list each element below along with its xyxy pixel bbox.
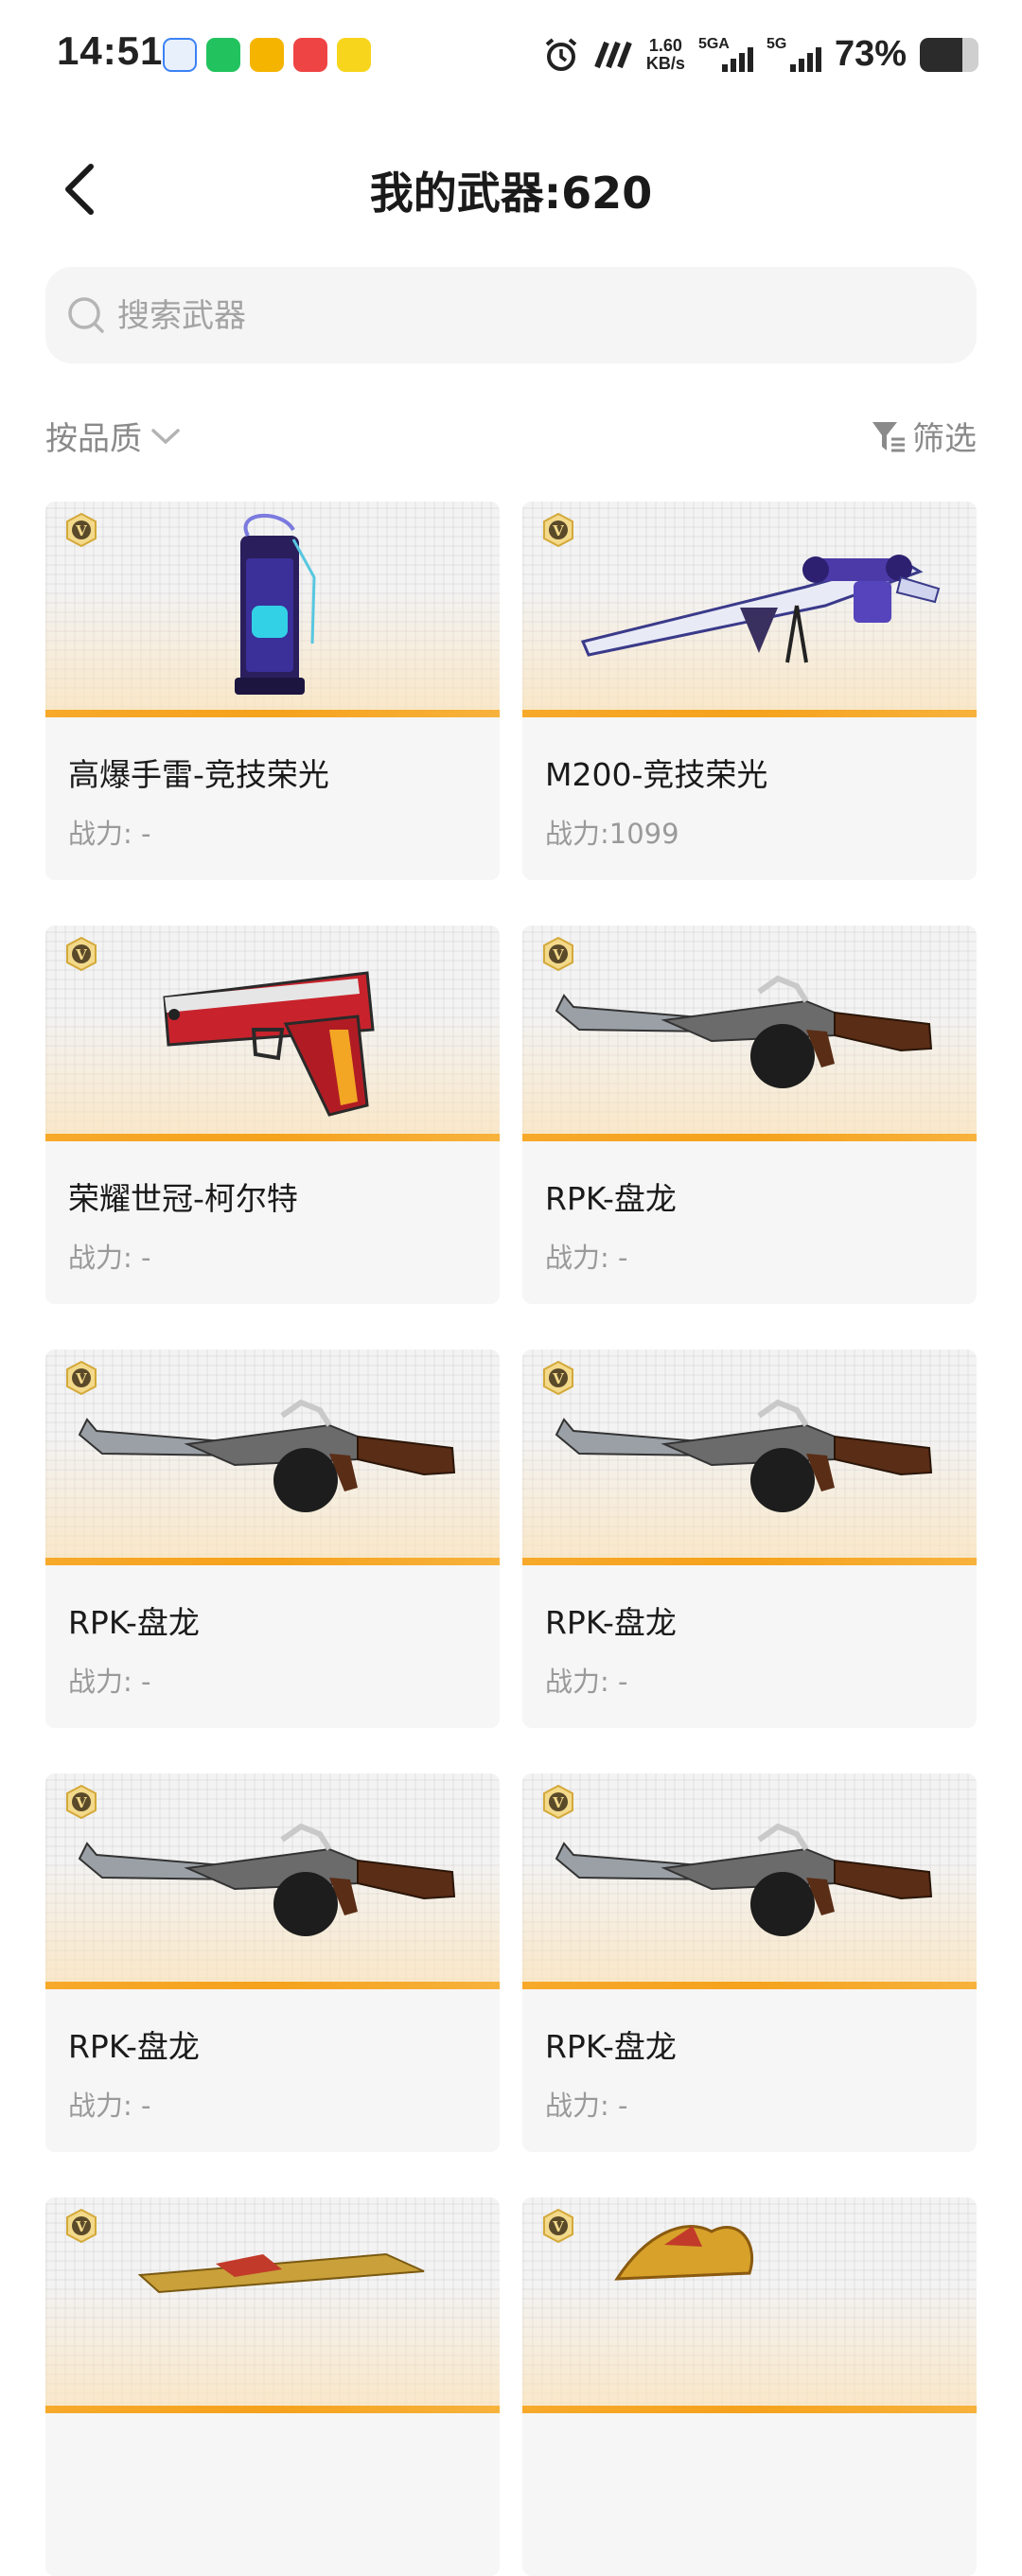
weapon-card[interactable]: V: [522, 2197, 977, 2576]
weapon-card[interactable]: V RPK-盘龙 战力: -: [522, 926, 977, 1304]
signal-bars-icon: [721, 46, 753, 72]
weapon-image-area: V: [45, 502, 500, 717]
network-speed-value: 1.60: [648, 35, 682, 55]
search-bar[interactable]: [45, 267, 977, 363]
app-notification-icon: [163, 38, 197, 72]
sort-label: 按品质: [45, 420, 142, 458]
filter-button[interactable]: 筛选: [871, 413, 977, 459]
gold-dragon-weapon-icon: [614, 2225, 754, 2281]
grenade-icon: [235, 513, 316, 695]
rpk-rifle-icon: [555, 1399, 933, 1512]
weapon-name: M200-竞技荣光: [545, 756, 768, 793]
weapon-power: 战力: -: [545, 1242, 628, 1274]
signal-5g: 5G: [766, 36, 821, 74]
weapon-grid: V 高爆手雷-竞技荣光 战力: - V M200-竞技荣光 战力:1099 V …: [45, 502, 977, 2576]
search-input[interactable]: [115, 288, 952, 344]
weapon-image-area: V: [45, 926, 500, 1141]
filter-icon: [872, 421, 905, 451]
weapon-name: 荣耀世冠-柯尔特: [68, 1180, 298, 1217]
weapon-power: 战力: -: [68, 1242, 151, 1274]
pistol-icon: [163, 971, 375, 1117]
weapon-name: RPK-盘龙: [68, 1604, 200, 1641]
signal-5ga: 5GA: [698, 36, 753, 74]
battery-icon: [920, 37, 978, 72]
weapon-card[interactable]: V RPK-盘龙 战力: -: [45, 1773, 500, 2152]
filter-label: 筛选: [912, 420, 977, 458]
weapon-card[interactable]: V M200-竞技荣光 战力:1099: [522, 502, 977, 880]
network-speed: 1.60 KB/s: [645, 35, 685, 73]
status-time: 14:51: [57, 28, 164, 73]
app-notification-icon: [293, 38, 327, 72]
sniper-rifle-icon: [580, 555, 941, 663]
gold-rifle-icon: [137, 2252, 425, 2294]
weapon-name: RPK-盘龙: [545, 2028, 677, 2065]
weapon-card[interactable]: V: [45, 2197, 500, 2576]
weapon-image-area: V: [522, 926, 977, 1141]
rpk-rifle-icon: [555, 1823, 933, 1936]
weapon-power: 战力: -: [68, 818, 151, 850]
chevron-down-icon: [151, 428, 180, 444]
weapon-image-area: V: [522, 1773, 977, 1989]
weapon-image-area: V: [522, 1350, 977, 1565]
battery-percent: 73%: [834, 34, 907, 74]
weapon-card[interactable]: V RPK-盘龙 战力: -: [522, 1773, 977, 2152]
weapon-name: RPK-盘龙: [68, 2028, 200, 2065]
weapon-card[interactable]: V 荣耀世冠-柯尔特 战力: -: [45, 926, 500, 1304]
page-title: 我的武器:620: [369, 168, 653, 219]
weapon-image-area: V: [45, 2197, 500, 2413]
alarm-icon: [545, 37, 577, 71]
sort-dropdown[interactable]: 按品质: [45, 413, 182, 459]
weapon-name: RPK-盘龙: [545, 1180, 677, 1217]
status-bar: 14:51 1.60 KB/s 5GA 5G 73%: [0, 0, 1022, 114]
weapon-power: 战力: -: [545, 2090, 628, 2122]
weapon-card[interactable]: V RPK-盘龙 战力: -: [522, 1350, 977, 1728]
weapon-power: 战力:1099: [545, 818, 679, 850]
signal-bars-icon: [789, 46, 821, 72]
nfc-icon: [594, 41, 632, 68]
weapon-name: RPK-盘龙: [545, 1604, 677, 1641]
rpk-rifle-icon: [78, 1823, 456, 1936]
signal-label: 5G: [766, 35, 787, 52]
network-speed-unit: KB/s: [645, 53, 685, 73]
rpk-rifle-icon: [78, 1399, 456, 1512]
weapon-image-area: V: [45, 1350, 500, 1565]
weapon-power: 战力: -: [68, 2090, 151, 2122]
weapon-image-area: V: [522, 2197, 977, 2413]
notification-icons: [163, 38, 371, 72]
search-icon: [68, 297, 104, 333]
weapon-power: 战力: -: [68, 1666, 151, 1698]
weapon-power: 战力: -: [545, 1666, 628, 1698]
weapon-name: 高爆手雷-竞技荣光: [68, 756, 329, 793]
weapon-image-area: V: [522, 502, 977, 717]
weapon-card[interactable]: V RPK-盘龙 战力: -: [45, 1350, 500, 1728]
wechat-icon: [206, 38, 240, 72]
rpk-rifle-icon: [555, 975, 933, 1088]
app-notification-icon: [337, 38, 371, 72]
weapon-image-area: V: [45, 1773, 500, 1989]
weapon-card[interactable]: V 高爆手雷-竞技荣光 战力: -: [45, 502, 500, 880]
app-notification-icon: [250, 38, 284, 72]
